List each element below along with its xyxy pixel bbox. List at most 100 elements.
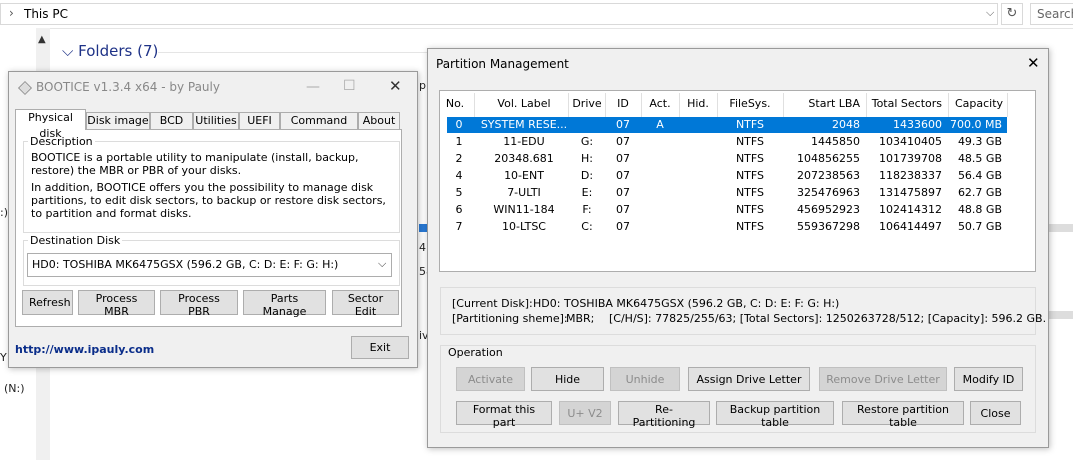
minimize-icon[interactable]: — — [306, 79, 320, 95]
maximize-icon[interactable]: ☐ — [343, 78, 356, 94]
backup-partition-table-button[interactable]: Backup partition table — [716, 401, 834, 429]
cell-hidden — [680, 168, 716, 184]
background-text: p — [419, 79, 426, 92]
chevron-down-icon[interactable]: ⌵ — [378, 257, 386, 271]
parts-manage-button[interactable]: Parts Manage — [243, 290, 326, 318]
background-text: :) — [0, 206, 8, 219]
background-text: (N:) — [4, 382, 25, 395]
destination-label: Destination Disk — [28, 234, 123, 247]
cell-label: 11-EDU — [503, 135, 545, 148]
column-header-filesys[interactable]: FileSys. — [718, 97, 782, 114]
cell-drive — [570, 117, 604, 133]
cell-total-sectors: 106414497 — [879, 220, 942, 233]
partitioning-details: [C/H/S]: 77825/255/63; [Total Sectors]: … — [609, 312, 1047, 325]
cell-active — [642, 202, 678, 218]
sector-edit-button[interactable]: Sector Edit — [332, 290, 399, 318]
cell-label: WIN11-184 — [493, 203, 555, 216]
column-header-id[interactable]: ID — [606, 97, 640, 114]
cell-start-lba: 2048 — [832, 118, 860, 131]
tab-bcd[interactable]: BCD — [150, 112, 193, 129]
cell-label: 10-LTSC — [502, 220, 546, 233]
process-pbr-button[interactable]: Process PBR — [160, 290, 238, 318]
column-header-hidden[interactable]: Hid. — [680, 97, 716, 114]
column-header-drive[interactable]: Drive — [570, 97, 604, 114]
cell-capacity: 700.0 MB — [949, 118, 1002, 131]
modify-id-button[interactable]: Modify ID — [954, 367, 1023, 391]
activate-button[interactable]: Activate — [456, 367, 525, 391]
tab-about[interactable]: About — [358, 112, 400, 129]
current-disk-label: [Current Disk]: — [452, 297, 533, 310]
cell-drive: E: — [581, 186, 593, 199]
column-header-label[interactable]: Vol. Label — [478, 97, 570, 114]
close-button[interactable]: Close — [970, 401, 1021, 425]
tab-disk-image[interactable]: Disk image — [86, 112, 150, 129]
breadcrumb-chevron-icon[interactable]: › — [9, 6, 14, 20]
remove-drive-letter-button[interactable]: Remove Drive Letter — [819, 367, 947, 391]
exit-button[interactable]: Exit — [351, 336, 409, 359]
column-header-active[interactable]: Act. — [642, 97, 678, 114]
address-box[interactable] — [0, 3, 998, 25]
repartitioning-button[interactable]: Re-Partitioning — [618, 401, 710, 429]
cell-active — [642, 134, 678, 150]
cell-active: A — [656, 118, 664, 131]
cell-filesys: NTFS — [735, 186, 765, 199]
operation-label: Operation — [446, 346, 505, 359]
cell-total-sectors: 103410405 — [879, 135, 942, 148]
cell-filesys: NTFS — [735, 118, 765, 131]
cell-active — [642, 219, 678, 235]
refresh-icon[interactable]: ↻ — [1001, 3, 1023, 25]
divider — [158, 52, 428, 53]
cell-no: 7 — [455, 220, 463, 233]
uv2-button[interactable]: U+ V2 — [559, 401, 611, 425]
cell-id: 07 — [616, 203, 630, 216]
cell-id: 07 — [616, 186, 630, 199]
close-icon[interactable]: ✕ — [1027, 54, 1040, 72]
column-header-no[interactable]: No. — [442, 97, 468, 114]
format-button[interactable]: Format this part — [456, 401, 552, 429]
tab-physical-disk[interactable]: Physical disk — [15, 109, 86, 140]
scroll-up-icon[interactable]: ▲ — [38, 34, 46, 45]
tab-utilities[interactable]: Utilities — [193, 112, 239, 129]
cell-no: 4 — [455, 169, 463, 182]
drive-progress-bar — [419, 224, 427, 232]
address-dropdown-icon[interactable]: ⌵ — [986, 6, 994, 20]
column-header-start-lba[interactable]: Start LBA — [784, 97, 860, 114]
tab-uefi[interactable]: UEFI — [239, 112, 280, 129]
address-text[interactable]: This PC — [24, 7, 68, 21]
cell-capacity: 50.7 GB — [957, 220, 1002, 233]
column-divider[interactable] — [948, 93, 949, 117]
cell-capacity: 56.4 GB — [957, 169, 1002, 182]
cell-hidden — [680, 117, 716, 133]
process-mbr-button[interactable]: Process MBR — [78, 290, 155, 318]
column-divider[interactable] — [568, 93, 569, 117]
cell-drive: F: — [582, 203, 592, 216]
cell-hidden — [680, 219, 716, 235]
assign-drive-letter-button[interactable]: Assign Drive Letter — [688, 367, 810, 391]
drive-progress-bar — [1049, 311, 1073, 319]
column-divider[interactable] — [1007, 93, 1008, 117]
disk-info-box — [440, 287, 1036, 335]
restore-partition-table-button[interactable]: Restore partition table — [842, 401, 964, 429]
drive-progress-bar — [1049, 224, 1073, 232]
unhide-button[interactable]: Unhide — [610, 367, 680, 391]
hide-button[interactable]: Hide — [531, 367, 604, 391]
column-header-capacity[interactable]: Capacity — [952, 97, 1006, 114]
cell-start-lba: 1445850 — [811, 135, 860, 148]
refresh-button[interactable]: Refresh — [22, 290, 73, 315]
cell-hidden — [680, 134, 716, 150]
cell-start-lba: 559367298 — [797, 220, 860, 233]
folders-header[interactable]: ⌵ Folders (7) — [62, 42, 158, 60]
close-icon[interactable]: ✕ — [389, 77, 402, 95]
column-divider[interactable] — [474, 93, 475, 117]
tab-command-line[interactable]: Command line — [280, 112, 358, 143]
column-divider[interactable] — [866, 93, 867, 117]
cell-filesys: NTFS — [735, 220, 765, 233]
cell-total-sectors: 131475897 — [879, 186, 942, 199]
cell-id: 07 — [616, 135, 630, 148]
website-link[interactable]: http://www.ipauly.com — [15, 343, 154, 356]
folders-header-label: Folders (7) — [78, 42, 159, 60]
column-header-total-sectors[interactable]: Total Sectors — [868, 97, 942, 114]
cell-id: 07 — [616, 220, 630, 233]
cell-start-lba: 456952923 — [797, 203, 860, 216]
cell-start-lba: 104856255 — [797, 152, 860, 165]
